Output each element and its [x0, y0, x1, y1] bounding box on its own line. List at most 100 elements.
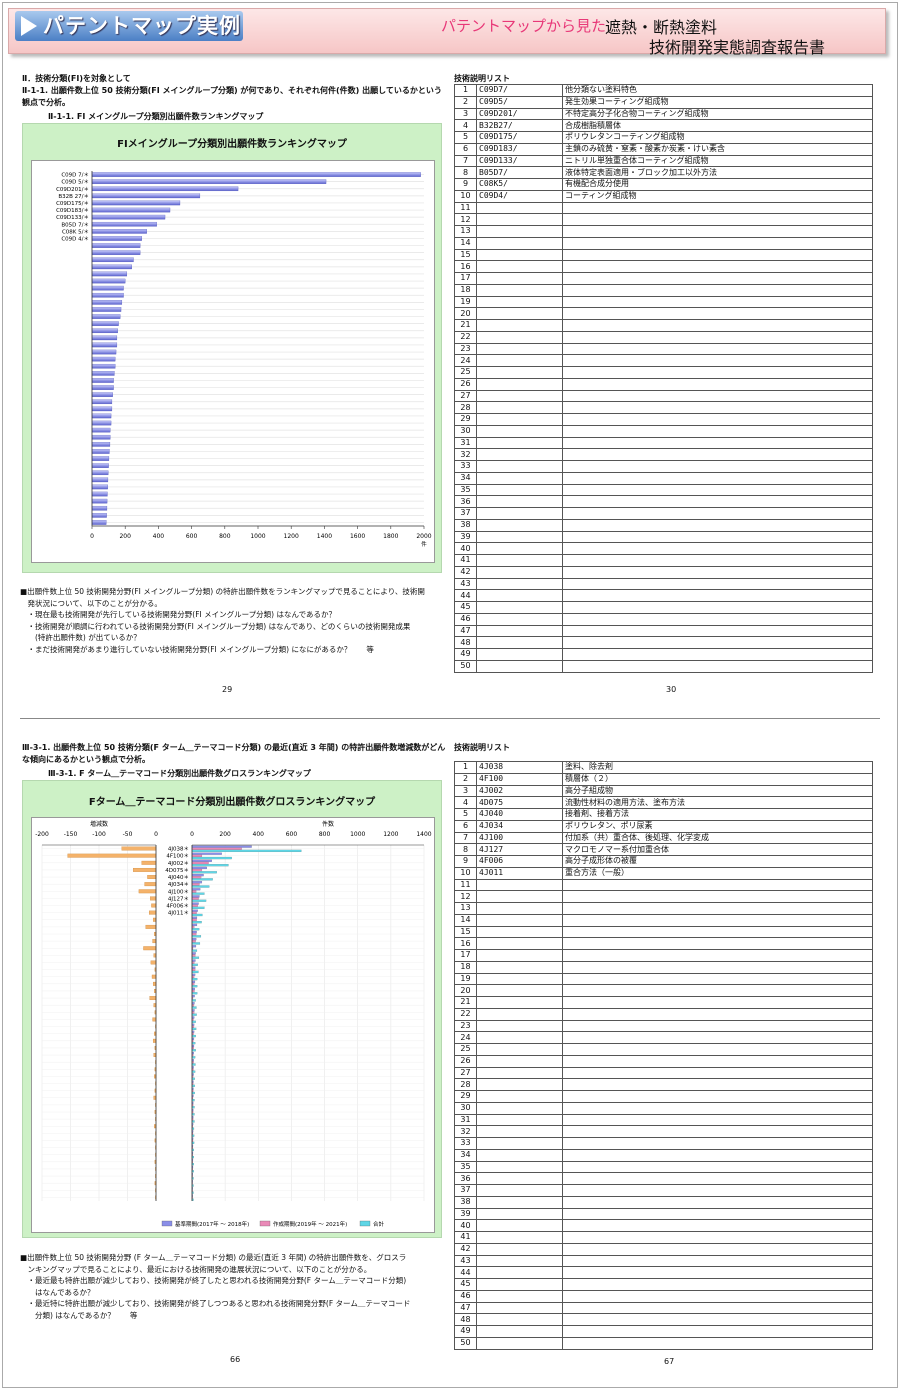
chart1-tick-label: 800 [219, 533, 231, 540]
row-number: 7 [454, 831, 477, 845]
page-number-left-1: 29 [222, 685, 233, 694]
chart2-left-tick-label: -150 [64, 831, 78, 838]
table-row: 19 [454, 295, 873, 309]
table-row: 39 [454, 530, 873, 544]
class-description [562, 448, 873, 461]
table-row: 2 4F100 積層体（２） [454, 772, 873, 786]
chart2-count-bar [191, 873, 204, 877]
table-row: 3 C09D201/不特定高分子化合物コーティング組成物 [454, 107, 873, 121]
table-row: 45 [454, 1278, 873, 1291]
row-number: 34 [454, 1148, 477, 1162]
class-description: 接着剤、接着方法 [562, 808, 873, 821]
class-description [562, 319, 873, 332]
class-description [562, 589, 873, 602]
table-row: 8 B05D7/液体特定表面適用・ブロック加工以外方法 [454, 166, 873, 179]
chart2-count-bar [191, 942, 201, 945]
row-number: 18 [454, 960, 477, 974]
chart2-count-bar [191, 987, 195, 991]
chart2-legend-swatch [359, 1220, 371, 1227]
row-number: 32 [454, 1125, 477, 1138]
class-description [562, 236, 873, 250]
chart1-bar [91, 420, 112, 426]
class-code [476, 1195, 563, 1209]
chart2-change-bar [149, 996, 157, 1001]
chart1-bar [91, 434, 111, 440]
table-row: 15 [454, 248, 873, 262]
table-row: 26 [454, 377, 873, 391]
chart2-count-bar [191, 849, 302, 853]
class-description [562, 984, 873, 997]
class-description [562, 283, 873, 297]
chart2-category-label: 4D075＊ [165, 867, 189, 874]
row-number: 5 [454, 131, 477, 144]
chart2-legend-swatch [259, 1220, 271, 1227]
chart2-left-axis-label: 増減数 [90, 820, 108, 828]
table-row: 36 [454, 1172, 873, 1185]
class-code: C09D133/ [476, 154, 563, 168]
row-number: 48 [454, 1313, 477, 1326]
brand-banner: パテントマップ実例 [15, 11, 243, 41]
row-number: 28 [454, 401, 477, 414]
table-row: 33 [454, 1137, 873, 1150]
class-code: 4D075 [476, 796, 563, 809]
chart2-count-bar [191, 911, 197, 914]
class-code [476, 636, 563, 649]
chart1-title: FIメイングループ分類別出願件数ランキングマップ [117, 139, 347, 150]
chart1-bar [91, 513, 107, 518]
row-number: 41 [454, 554, 477, 567]
class-code [476, 389, 563, 403]
class-description: 高分子組成物 [562, 784, 873, 798]
table-row: 34 [454, 1148, 873, 1162]
class-description [562, 577, 873, 591]
chart1-bar [91, 385, 114, 390]
row-number: 47 [454, 1301, 477, 1315]
class-code [476, 542, 563, 555]
class-code [476, 1137, 563, 1150]
class-description [562, 1090, 873, 1103]
chart2-right-tick-label: 0 [190, 831, 194, 838]
class-description [562, 1289, 873, 1303]
chart1-bar [91, 520, 107, 525]
tech-description-table-2: 1 4J038 塗料、除去剤 2 4F100 積層体（２） 3 4J002 高分子組成物 4 4D0… [454, 761, 873, 1350]
row-number: 12 [454, 213, 477, 226]
table-row: 44 [454, 589, 873, 602]
class-code [476, 1007, 563, 1021]
chart1-bar [91, 399, 113, 405]
row-number: 39 [454, 1207, 477, 1221]
table-row: 48 [454, 1313, 873, 1326]
chart2-change-bar [149, 910, 157, 915]
row-number: 1 [454, 84, 477, 97]
chart2-count-bar [191, 916, 198, 919]
class-code [476, 1313, 563, 1326]
chart2-count-bar [191, 864, 229, 867]
table-row: 19 [454, 972, 873, 986]
class-description [562, 413, 873, 426]
chart1-bar [91, 498, 108, 504]
chart1-bar [91, 378, 114, 383]
table-row: 40 [454, 542, 873, 555]
class-description [562, 1266, 873, 1279]
chart2-legend-swatch [161, 1220, 173, 1227]
class-description [562, 213, 873, 226]
table-row: 10 C09D4/コーティング組成物 [454, 189, 873, 203]
class-code [476, 507, 563, 520]
row-number: 6 [454, 819, 477, 833]
class-code: 4J011 [476, 866, 563, 880]
chart2-count-bar [191, 935, 202, 938]
chart2-category-label: 4J038＊ [168, 846, 189, 853]
row-number: 21 [454, 319, 477, 332]
note1-line: ・技術開発が順調に行われている技術開発分野(FI メイングループ分類) はなんで… [20, 621, 411, 631]
chart1-bar [91, 229, 147, 234]
chart2-category-label: 4J002＊ [168, 860, 189, 867]
table-row: 29 [454, 1090, 873, 1103]
chart2-count-bar [191, 952, 196, 955]
class-code [476, 283, 563, 297]
table-row: 21 [454, 996, 873, 1009]
chart2-count-bar [191, 963, 198, 966]
table-row: 34 [454, 471, 873, 485]
row-number: 2 [454, 772, 477, 786]
note2-line: はなんであるか？ [20, 1287, 95, 1297]
chart2-count-bar [191, 899, 207, 902]
chart2-count-bar [191, 881, 203, 884]
class-code [476, 1325, 563, 1338]
